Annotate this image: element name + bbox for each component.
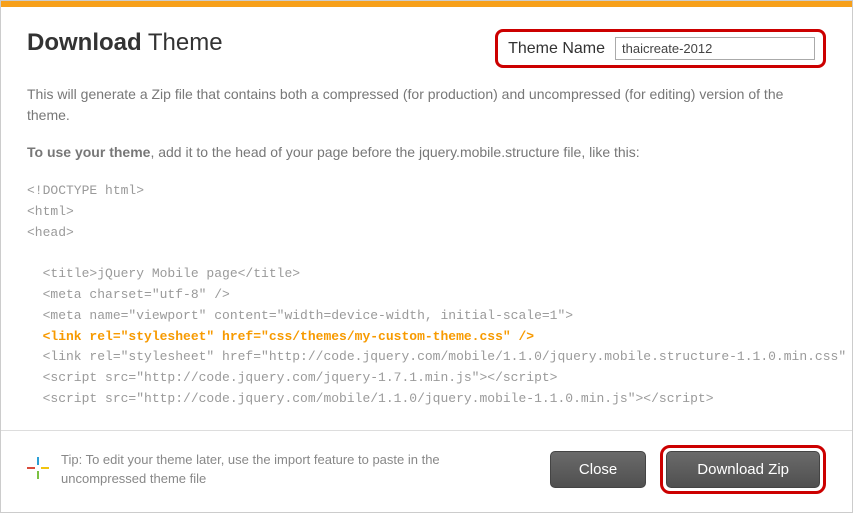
title-bold: Download bbox=[27, 29, 142, 56]
header-row: Download Theme Theme Name bbox=[27, 29, 826, 68]
dialog-title: Download Theme bbox=[27, 29, 223, 57]
dialog-footer: Tip: To edit your theme later, use the i… bbox=[1, 430, 852, 512]
instruction-rest: , add it to the head of your page before… bbox=[150, 144, 639, 160]
button-group: Close Download Zip bbox=[550, 445, 826, 494]
code-line: <script src="http://code.jquery.com/jque… bbox=[27, 370, 558, 385]
download-button-highlight: Download Zip bbox=[660, 445, 826, 494]
dialog-content: Download Theme Theme Name This will gene… bbox=[1, 7, 852, 451]
tip-row: Tip: To edit your theme later, use the i… bbox=[27, 451, 457, 487]
code-line: <html> bbox=[27, 204, 74, 219]
code-line-highlight: <link rel="stylesheet" href="css/themes/… bbox=[27, 329, 534, 344]
tip-text: Tip: To edit your theme later, use the i… bbox=[61, 451, 457, 487]
instruction-bold: To use your theme bbox=[27, 144, 150, 160]
crosshair-icon bbox=[27, 457, 49, 482]
theme-name-input[interactable] bbox=[615, 37, 815, 60]
code-line: <script src="http://code.jquery.com/mobi… bbox=[27, 391, 714, 406]
instruction-text: To use your theme, add it to the head of… bbox=[27, 142, 826, 163]
code-line: <meta charset="utf-8" /> bbox=[27, 287, 230, 302]
code-line: <meta name="viewport" content="width=dev… bbox=[27, 308, 573, 323]
theme-name-label: Theme Name bbox=[508, 40, 605, 58]
title-light: Theme bbox=[142, 29, 223, 56]
code-line: <title>jQuery Mobile page</title> bbox=[27, 266, 300, 281]
code-line: <link rel="stylesheet" href="http://code… bbox=[27, 349, 853, 364]
close-button[interactable]: Close bbox=[550, 451, 646, 488]
download-zip-button[interactable]: Download Zip bbox=[666, 451, 820, 488]
description-text: This will generate a Zip file that conta… bbox=[27, 84, 826, 126]
dialog-download-theme: Download Theme Theme Name This will gene… bbox=[0, 0, 853, 513]
code-line: <head> bbox=[27, 225, 74, 240]
theme-name-field-group: Theme Name bbox=[495, 29, 826, 68]
code-line: <!DOCTYPE html> bbox=[27, 183, 144, 198]
code-snippet: <!DOCTYPE html> <html> <head> <title>jQu… bbox=[27, 181, 826, 451]
